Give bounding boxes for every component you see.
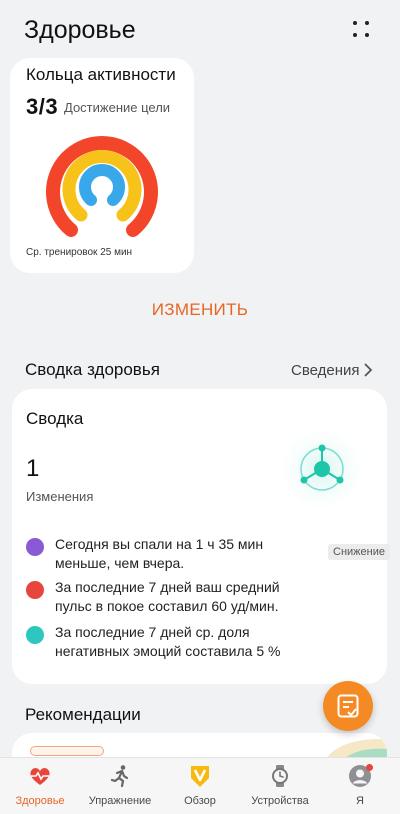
insight-text: За последние 7 дней ваш средний пульс в … [55, 579, 280, 614]
activity-rings-chart [46, 136, 158, 237]
status-badge: Снижение [328, 544, 390, 560]
tab-label: Обзор [184, 795, 216, 807]
emotion-icon [26, 626, 44, 644]
tab-label: Устройства [251, 795, 309, 807]
dot-icon [365, 33, 369, 37]
sleep-icon [26, 538, 44, 556]
tab-label: Я [356, 795, 364, 807]
average-workout-label: Ср. тренировок 25 мин [26, 247, 133, 258]
more-options-button[interactable] [346, 18, 378, 42]
tab-exercise[interactable]: Упражнение [80, 758, 160, 814]
tab-profile[interactable]: Я [320, 758, 400, 814]
dot-icon [365, 21, 369, 25]
health-summary-emblem-icon [275, 422, 369, 516]
tab-devices[interactable]: Устройства [240, 758, 320, 814]
health-summary-section-title: Сводка здоровья [25, 360, 160, 379]
overview-v-icon [191, 766, 209, 787]
insight-sleep[interactable]: Сегодня вы спали на 1 ч 35 мин меньше, ч… [26, 535, 390, 575]
edit-button[interactable]: ИЗМЕНИТЬ [0, 300, 400, 320]
activity-rings-value: 3/3 [26, 94, 59, 119]
details-link[interactable]: Сведения [291, 362, 360, 379]
chevron-right-icon[interactable] [360, 361, 376, 379]
tab-overview[interactable]: Обзор [160, 758, 240, 814]
header: Здоровье [0, 0, 400, 60]
tab-label: Здоровье [15, 795, 65, 807]
dot-icon [353, 21, 357, 25]
recommendations-title: Рекомендации [25, 705, 141, 724]
bottom-tab-bar: Здоровье Упражнение Обзор Устройства Я [0, 757, 400, 814]
watch-icon [272, 765, 288, 787]
inner-ring [79, 164, 125, 206]
recommendation-tag [30, 746, 104, 756]
insight-text: За последние 7 дней ср. доля негативных … [55, 624, 281, 659]
dot-icon [353, 33, 357, 37]
tab-health[interactable]: Здоровье [0, 758, 80, 814]
heart-icon [26, 581, 44, 599]
activity-rings-card[interactable]: Кольца активности 3/3 Достижение цели Ср… [10, 58, 194, 273]
health-summary-card[interactable]: Сводка 1 Изменения Сегодня вы спали на 1… [12, 389, 390, 684]
tab-label: Упражнение [88, 795, 152, 807]
activity-rings-title: Кольца активности [26, 65, 176, 84]
page-title: Здоровье [24, 16, 136, 44]
insight-emotion[interactable]: За последние 7 дней ср. доля негативных … [26, 623, 376, 663]
running-icon [110, 765, 129, 788]
changes-label: Изменения [26, 489, 94, 504]
notes-icon [337, 694, 359, 718]
heart-pulse-icon [30, 768, 50, 785]
insight-heart-rate[interactable]: За последние 7 дней ваш средний пульс в … [26, 578, 376, 618]
notification-badge [366, 764, 373, 771]
changes-count: 1 [26, 455, 40, 482]
activity-goal-label: Достижение цели [64, 100, 171, 115]
insight-text: Сегодня вы спали на 1 ч 35 мин меньше, ч… [55, 536, 264, 571]
summary-card-title: Сводка [26, 409, 84, 428]
health-record-fab-button[interactable] [323, 681, 373, 731]
